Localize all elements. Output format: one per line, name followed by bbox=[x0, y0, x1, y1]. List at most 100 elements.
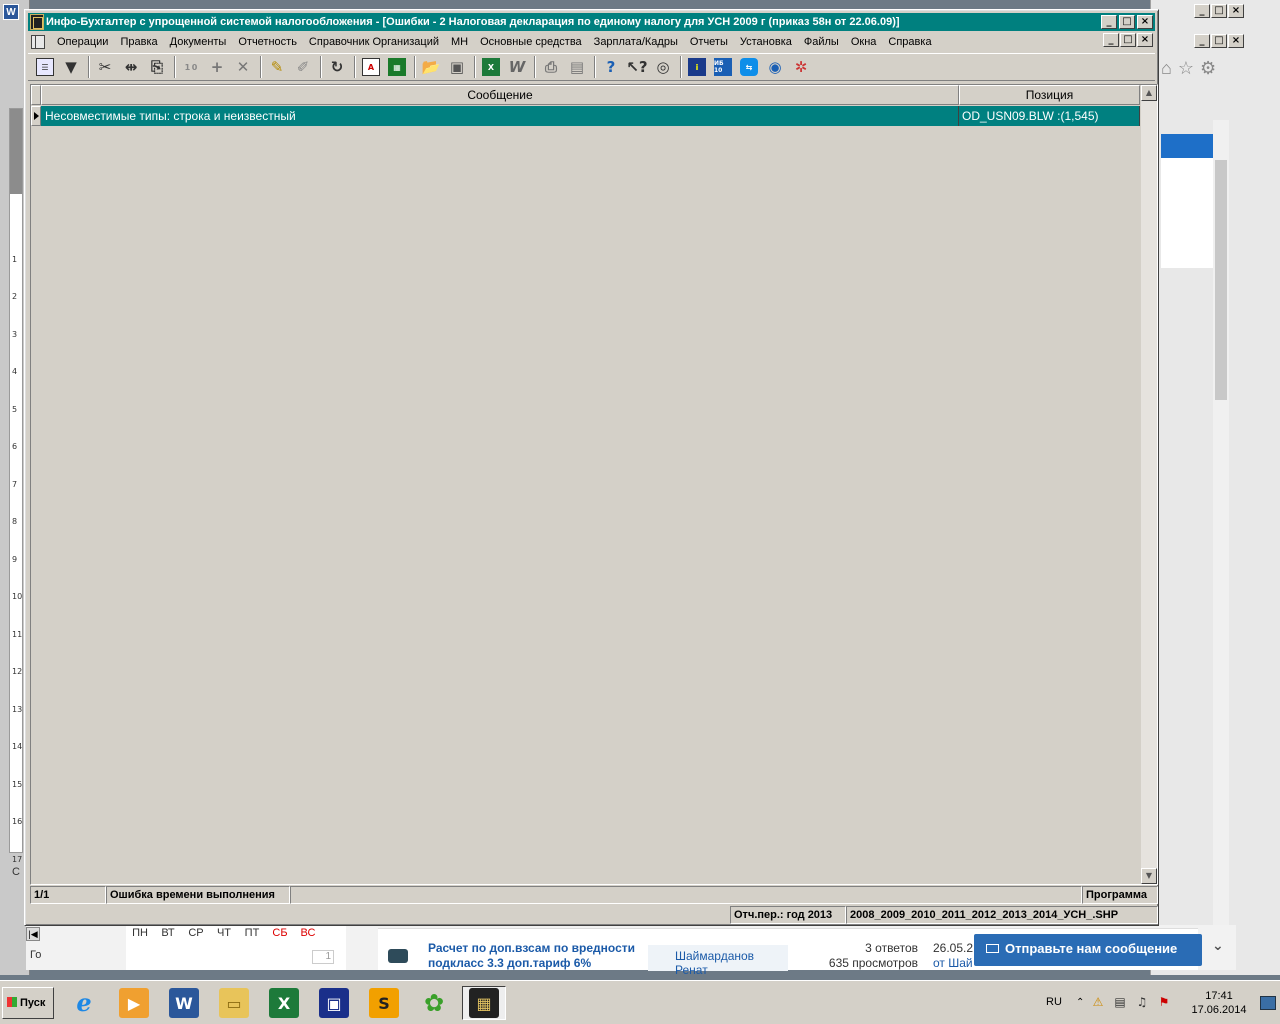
ruler-number: 2 bbox=[12, 292, 18, 301]
internet-explorer-icon[interactable]: ℯ bbox=[62, 986, 106, 1020]
document-menu-icon[interactable] bbox=[31, 34, 45, 49]
app-icon[interactable] bbox=[30, 14, 44, 30]
flag-tray-icon[interactable]: ⚑ bbox=[1156, 994, 1172, 1010]
network-icon[interactable]: ✲ bbox=[790, 56, 812, 78]
cell-position[interactable]: OD_USN09.BLW :(1,545) bbox=[959, 106, 1140, 126]
forum-date-value: 26.05.2 bbox=[933, 941, 974, 955]
mark-icon[interactable]: ✎ bbox=[266, 56, 288, 78]
list-view-icon[interactable]: ☰ bbox=[34, 56, 56, 78]
child-minimize-button[interactable]: _ bbox=[1103, 33, 1119, 47]
table-row[interactable]: Несовместимые типы: строка и неизвестный… bbox=[31, 106, 1140, 126]
language-indicator[interactable]: RU bbox=[1046, 996, 1062, 1008]
toolbar-separator bbox=[174, 56, 176, 78]
word-icon[interactable]: W bbox=[506, 56, 528, 78]
scroll-down-icon[interactable]: ▼ bbox=[1141, 868, 1157, 884]
volume-icon[interactable]: ♫ bbox=[1134, 994, 1150, 1010]
internet-icon[interactable]: ◉ bbox=[764, 56, 786, 78]
browser-scrollbar[interactable] bbox=[1213, 120, 1229, 940]
send-message-button[interactable]: Отправьте нам сообщение bbox=[974, 934, 1202, 966]
minimize-button[interactable]: _ bbox=[1101, 15, 1117, 29]
info-accountant-icon[interactable]: ▦ bbox=[462, 986, 506, 1020]
forum-last-from[interactable]: от Шай bbox=[933, 956, 978, 971]
counter-icon[interactable]: 1 0 bbox=[180, 56, 202, 78]
menu-item[interactable]: Справочник Организаций bbox=[303, 36, 445, 48]
column-header-message[interactable]: Сообщение bbox=[41, 85, 959, 105]
browser-scroll-thumb[interactable] bbox=[1215, 160, 1227, 400]
calendar-value[interactable]: 1 bbox=[312, 950, 334, 964]
menu-item[interactable]: Окна bbox=[845, 36, 883, 48]
filter-icon[interactable]: ▼ bbox=[60, 56, 82, 78]
child-close-button[interactable]: × bbox=[1137, 33, 1153, 47]
word-icon[interactable]: W bbox=[162, 986, 206, 1020]
start-button[interactable]: Пуск bbox=[2, 987, 54, 1019]
copy-icon[interactable]: ⎘ bbox=[146, 56, 168, 78]
toolbar-separator bbox=[88, 56, 90, 78]
report-icon[interactable]: A bbox=[360, 56, 382, 78]
cut-icon[interactable]: ✂ bbox=[94, 56, 116, 78]
toolbar-separator bbox=[414, 56, 416, 78]
home-icon[interactable]: ⌂ bbox=[1161, 58, 1178, 78]
menu-item[interactable]: Справка bbox=[882, 36, 937, 48]
excel-icon[interactable]: X bbox=[262, 986, 306, 1020]
browser-inner-close-button[interactable]: × bbox=[1228, 34, 1244, 48]
browser-maximize-button[interactable]: □ bbox=[1211, 4, 1227, 18]
grid-vertical-scrollbar[interactable]: ▲ ▼ bbox=[1141, 85, 1157, 884]
network-tray-icon[interactable]: ▤ bbox=[1112, 994, 1128, 1010]
s-app-icon[interactable]: S bbox=[362, 986, 406, 1020]
show-desktop-icon[interactable] bbox=[1260, 996, 1276, 1010]
menu-item[interactable]: Документы bbox=[164, 36, 233, 48]
child-restore-button[interactable]: □ bbox=[1120, 33, 1136, 47]
preview-icon[interactable]: ▤ bbox=[566, 56, 588, 78]
info-icon[interactable]: i bbox=[686, 56, 708, 78]
chevron-down-icon[interactable]: ⌄ bbox=[1212, 938, 1224, 954]
clock[interactable]: 17:41 17.06.2014 bbox=[1188, 989, 1250, 1017]
help-icon[interactable]: ? bbox=[600, 56, 622, 78]
menu-item[interactable]: Правка bbox=[114, 36, 163, 48]
teamviewer-icon[interactable]: ⇆ bbox=[738, 56, 760, 78]
forum-topic-title[interactable]: Расчет по доп.взсам по вредности подклас… bbox=[428, 941, 658, 971]
menu-item[interactable]: Основные средства bbox=[474, 36, 588, 48]
browser-inner-maximize-button[interactable]: □ bbox=[1211, 34, 1227, 48]
status-bar: 1/1 Ошибка времени выполнения Программа bbox=[30, 886, 1158, 904]
cell-message[interactable]: Несовместимые типы: строка и неизвестный bbox=[41, 106, 959, 126]
refresh-icon[interactable]: ↻ bbox=[326, 56, 348, 78]
scroll-up-icon[interactable]: ▲ bbox=[1141, 85, 1157, 101]
menu-item[interactable]: Зарплата/Кадры bbox=[588, 36, 684, 48]
column-header-position[interactable]: Позиция bbox=[959, 85, 1140, 105]
warning-icon[interactable]: ⚠ bbox=[1090, 994, 1106, 1010]
window-titlebar[interactable]: Инфо-Бухгалтер с упрощенной системой нал… bbox=[28, 13, 1155, 31]
print-icon[interactable]: ⎙ bbox=[540, 56, 562, 78]
delete-icon[interactable]: ✕ bbox=[232, 56, 254, 78]
move-icon[interactable]: ⇹ bbox=[120, 56, 142, 78]
unmark-icon[interactable]: ✐ bbox=[292, 56, 314, 78]
forum-topic-author[interactable]: Шаймарданов Ренат bbox=[648, 945, 788, 977]
explorer-folder-icon[interactable]: ▭ bbox=[212, 986, 256, 1020]
context-help-icon[interactable]: ↖? bbox=[626, 56, 648, 78]
menu-item[interactable]: Операции bbox=[51, 36, 114, 48]
show-hidden-icons-icon[interactable]: ⌃ bbox=[1076, 997, 1084, 1008]
star-icon[interactable]: ☆ bbox=[1178, 58, 1200, 78]
open-folder-icon[interactable]: 📂 bbox=[420, 56, 442, 78]
menu-item[interactable]: Отчетность bbox=[232, 36, 303, 48]
browser-inner-minimize-button[interactable]: _ bbox=[1194, 34, 1210, 48]
ib10-icon[interactable]: ИБ 10 bbox=[712, 56, 734, 78]
add-icon[interactable]: + bbox=[206, 56, 228, 78]
excel-icon[interactable]: X bbox=[480, 56, 502, 78]
menu-item[interactable]: Установка bbox=[734, 36, 798, 48]
menu-item[interactable]: МН bbox=[445, 36, 474, 48]
compass-icon[interactable]: ◎ bbox=[652, 56, 674, 78]
menu-item[interactable]: Отчеты bbox=[684, 36, 734, 48]
save-icon[interactable]: ▣ bbox=[446, 56, 468, 78]
media-player-icon[interactable]: ▶ bbox=[112, 986, 156, 1020]
pager-first-button[interactable]: |◀ bbox=[26, 927, 40, 941]
browser-close-button[interactable]: × bbox=[1228, 4, 1244, 18]
calculator-icon[interactable]: ▦ bbox=[386, 56, 408, 78]
floppy-save-icon[interactable]: ▣ bbox=[312, 986, 356, 1020]
gear-icon[interactable]: ⚙ bbox=[1200, 58, 1222, 78]
menu-item[interactable]: Файлы bbox=[798, 36, 845, 48]
close-button[interactable]: × bbox=[1137, 15, 1153, 29]
icq-icon[interactable]: ✿ bbox=[412, 986, 456, 1020]
header-indicator bbox=[31, 85, 41, 105]
browser-minimize-button[interactable]: _ bbox=[1194, 4, 1210, 18]
maximize-button[interactable]: □ bbox=[1119, 15, 1135, 29]
